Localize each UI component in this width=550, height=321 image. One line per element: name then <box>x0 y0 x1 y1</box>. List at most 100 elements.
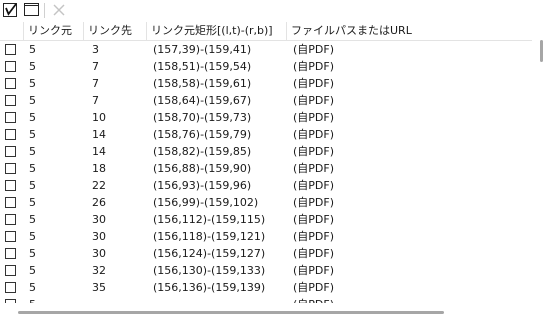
rect-cell: (156,112)-(159,115) <box>153 213 266 226</box>
target-cell: 7 <box>92 77 99 90</box>
source-cell: 5 <box>29 111 36 124</box>
table-row[interactable]: 5 30 (156,118)-(159,121) (自PDF) <box>0 228 532 245</box>
row-checkbox[interactable] <box>5 180 16 191</box>
row-checkbox[interactable] <box>5 197 16 208</box>
table-row[interactable]: 5 10 (158,70)-(159,73) (自PDF) <box>0 109 532 126</box>
rect-cell: (156,124)-(159,127) <box>153 247 266 260</box>
path-cell: (自PDF) <box>293 213 335 226</box>
path-cell: (自PDF) <box>293 60 335 73</box>
uncheck-all-button[interactable] <box>24 2 40 18</box>
target-cell: 3 <box>92 43 99 56</box>
target-cell: 22 <box>92 179 106 192</box>
source-cell: 5 <box>29 196 36 209</box>
source-cell: 5 <box>29 213 36 226</box>
rect-cell: (158,76)-(159,79) <box>153 128 252 141</box>
checkbox-checked-icon <box>3 3 17 17</box>
row-checkbox[interactable] <box>5 299 16 303</box>
target-cell: 7 <box>92 94 99 107</box>
column-header-target[interactable]: リンク先 <box>84 22 147 40</box>
rect-cell: (156,88)-(159,90) <box>153 162 252 175</box>
path-cell: (自PDF) <box>293 196 335 209</box>
rect-cell: (156,93)-(159,96) <box>153 179 252 192</box>
table-row[interactable]: 5 (自PDF) <box>0 296 532 303</box>
source-cell: 5 <box>29 179 36 192</box>
row-checkbox[interactable] <box>5 44 16 55</box>
link-list: 5 3 (157,39)-(159,41) (自PDF) 5 7 (158,51)-(159… <box>0 41 532 303</box>
table-row[interactable]: 5 26 (156,99)-(159,102) (自PDF) <box>0 194 532 211</box>
vertical-scroll-thumb[interactable] <box>540 40 543 62</box>
table-row[interactable]: 5 7 (158,64)-(159,67) (自PDF) <box>0 92 532 109</box>
target-cell: 7 <box>92 60 99 73</box>
row-checkbox[interactable] <box>5 112 16 123</box>
path-cell: (自PDF) <box>293 162 335 175</box>
table-row[interactable]: 5 30 (156,112)-(159,115) (自PDF) <box>0 211 532 228</box>
path-cell: (自PDF) <box>293 179 335 192</box>
source-cell: 5 <box>29 145 36 158</box>
row-checkbox[interactable] <box>5 146 16 157</box>
source-cell: 5 <box>29 281 36 294</box>
path-cell: (自PDF) <box>293 264 335 277</box>
row-checkbox[interactable] <box>5 265 16 276</box>
source-cell: 5 <box>29 162 36 175</box>
target-cell: 32 <box>92 264 106 277</box>
vertical-scrollbar[interactable] <box>532 22 550 305</box>
source-cell: 5 <box>29 264 36 277</box>
path-cell: (自PDF) <box>293 94 335 107</box>
row-checkbox[interactable] <box>5 129 16 140</box>
target-cell: 14 <box>92 128 106 141</box>
column-header-check[interactable] <box>0 22 24 40</box>
column-header-path[interactable]: ファイルパスまたはURL <box>287 22 532 40</box>
row-checkbox[interactable] <box>5 282 16 293</box>
row-checkbox[interactable] <box>5 214 16 225</box>
table-row[interactable]: 5 14 (158,82)-(159,85) (自PDF) <box>0 143 532 160</box>
checkbox-empty-icon <box>24 3 39 16</box>
source-cell: 5 <box>29 230 36 243</box>
rect-cell: (156,130)-(159,133) <box>153 264 266 277</box>
rect-cell: (158,64)-(159,67) <box>153 94 252 107</box>
row-checkbox[interactable] <box>5 61 16 72</box>
row-checkbox[interactable] <box>5 248 16 259</box>
check-all-button[interactable] <box>3 2 19 18</box>
rect-cell: (158,58)-(159,61) <box>153 77 252 90</box>
column-header-rect[interactable]: リンク元矩形[(l,t)-(r,b)] <box>147 22 287 40</box>
row-checkbox[interactable] <box>5 231 16 242</box>
source-cell: 5 <box>29 94 36 107</box>
table-row[interactable]: 5 18 (156,88)-(159,90) (自PDF) <box>0 160 532 177</box>
source-cell: 5 <box>29 60 36 73</box>
row-checkbox[interactable] <box>5 78 16 89</box>
path-cell: (自PDF) <box>293 77 335 90</box>
table-row[interactable]: 5 30 (156,124)-(159,127) (自PDF) <box>0 245 532 262</box>
target-cell: 10 <box>92 111 106 124</box>
horizontal-scroll-thumb[interactable] <box>18 311 444 314</box>
rect-cell: (158,51)-(159,54) <box>153 60 252 73</box>
close-x-icon <box>53 4 65 16</box>
table-row[interactable]: 5 32 (156,130)-(159,133) (自PDF) <box>0 262 532 279</box>
horizontal-scrollbar[interactable] <box>0 305 550 321</box>
source-cell: 5 <box>29 43 36 56</box>
table-row[interactable]: 5 22 (156,93)-(159,96) (自PDF) <box>0 177 532 194</box>
target-cell: 30 <box>92 247 106 260</box>
target-cell: 14 <box>92 145 106 158</box>
delete-button[interactable] <box>51 2 67 18</box>
column-header-source[interactable]: リンク元 <box>24 22 84 40</box>
rect-cell: (156,136)-(159,139) <box>153 281 266 294</box>
target-cell: 30 <box>92 213 106 226</box>
table-row[interactable]: 5 35 (156,136)-(159,139) (自PDF) <box>0 279 532 296</box>
target-cell: 35 <box>92 281 106 294</box>
source-cell: 5 <box>29 247 36 260</box>
row-checkbox[interactable] <box>5 95 16 106</box>
path-cell: (自PDF) <box>293 145 335 158</box>
path-cell: (自PDF) <box>293 281 335 294</box>
path-cell: (自PDF) <box>293 111 335 124</box>
list-header: リンク元 リンク先 リンク元矩形[(l,t)-(r,b)] ファイルパスまたはU… <box>0 22 532 41</box>
table-row[interactable]: 5 14 (158,76)-(159,79) (自PDF) <box>0 126 532 143</box>
row-checkbox[interactable] <box>5 163 16 174</box>
path-cell: (自PDF) <box>293 296 334 303</box>
target-cell: 26 <box>92 196 106 209</box>
rect-cell: (156,118)-(159,121) <box>153 230 266 243</box>
source-cell: 5 <box>29 77 36 90</box>
source-cell: 5 <box>29 128 36 141</box>
table-row[interactable]: 5 7 (158,58)-(159,61) (自PDF) <box>0 75 532 92</box>
table-row[interactable]: 5 7 (158,51)-(159,54) (自PDF) <box>0 58 532 75</box>
table-row[interactable]: 5 3 (157,39)-(159,41) (自PDF) <box>0 41 532 58</box>
